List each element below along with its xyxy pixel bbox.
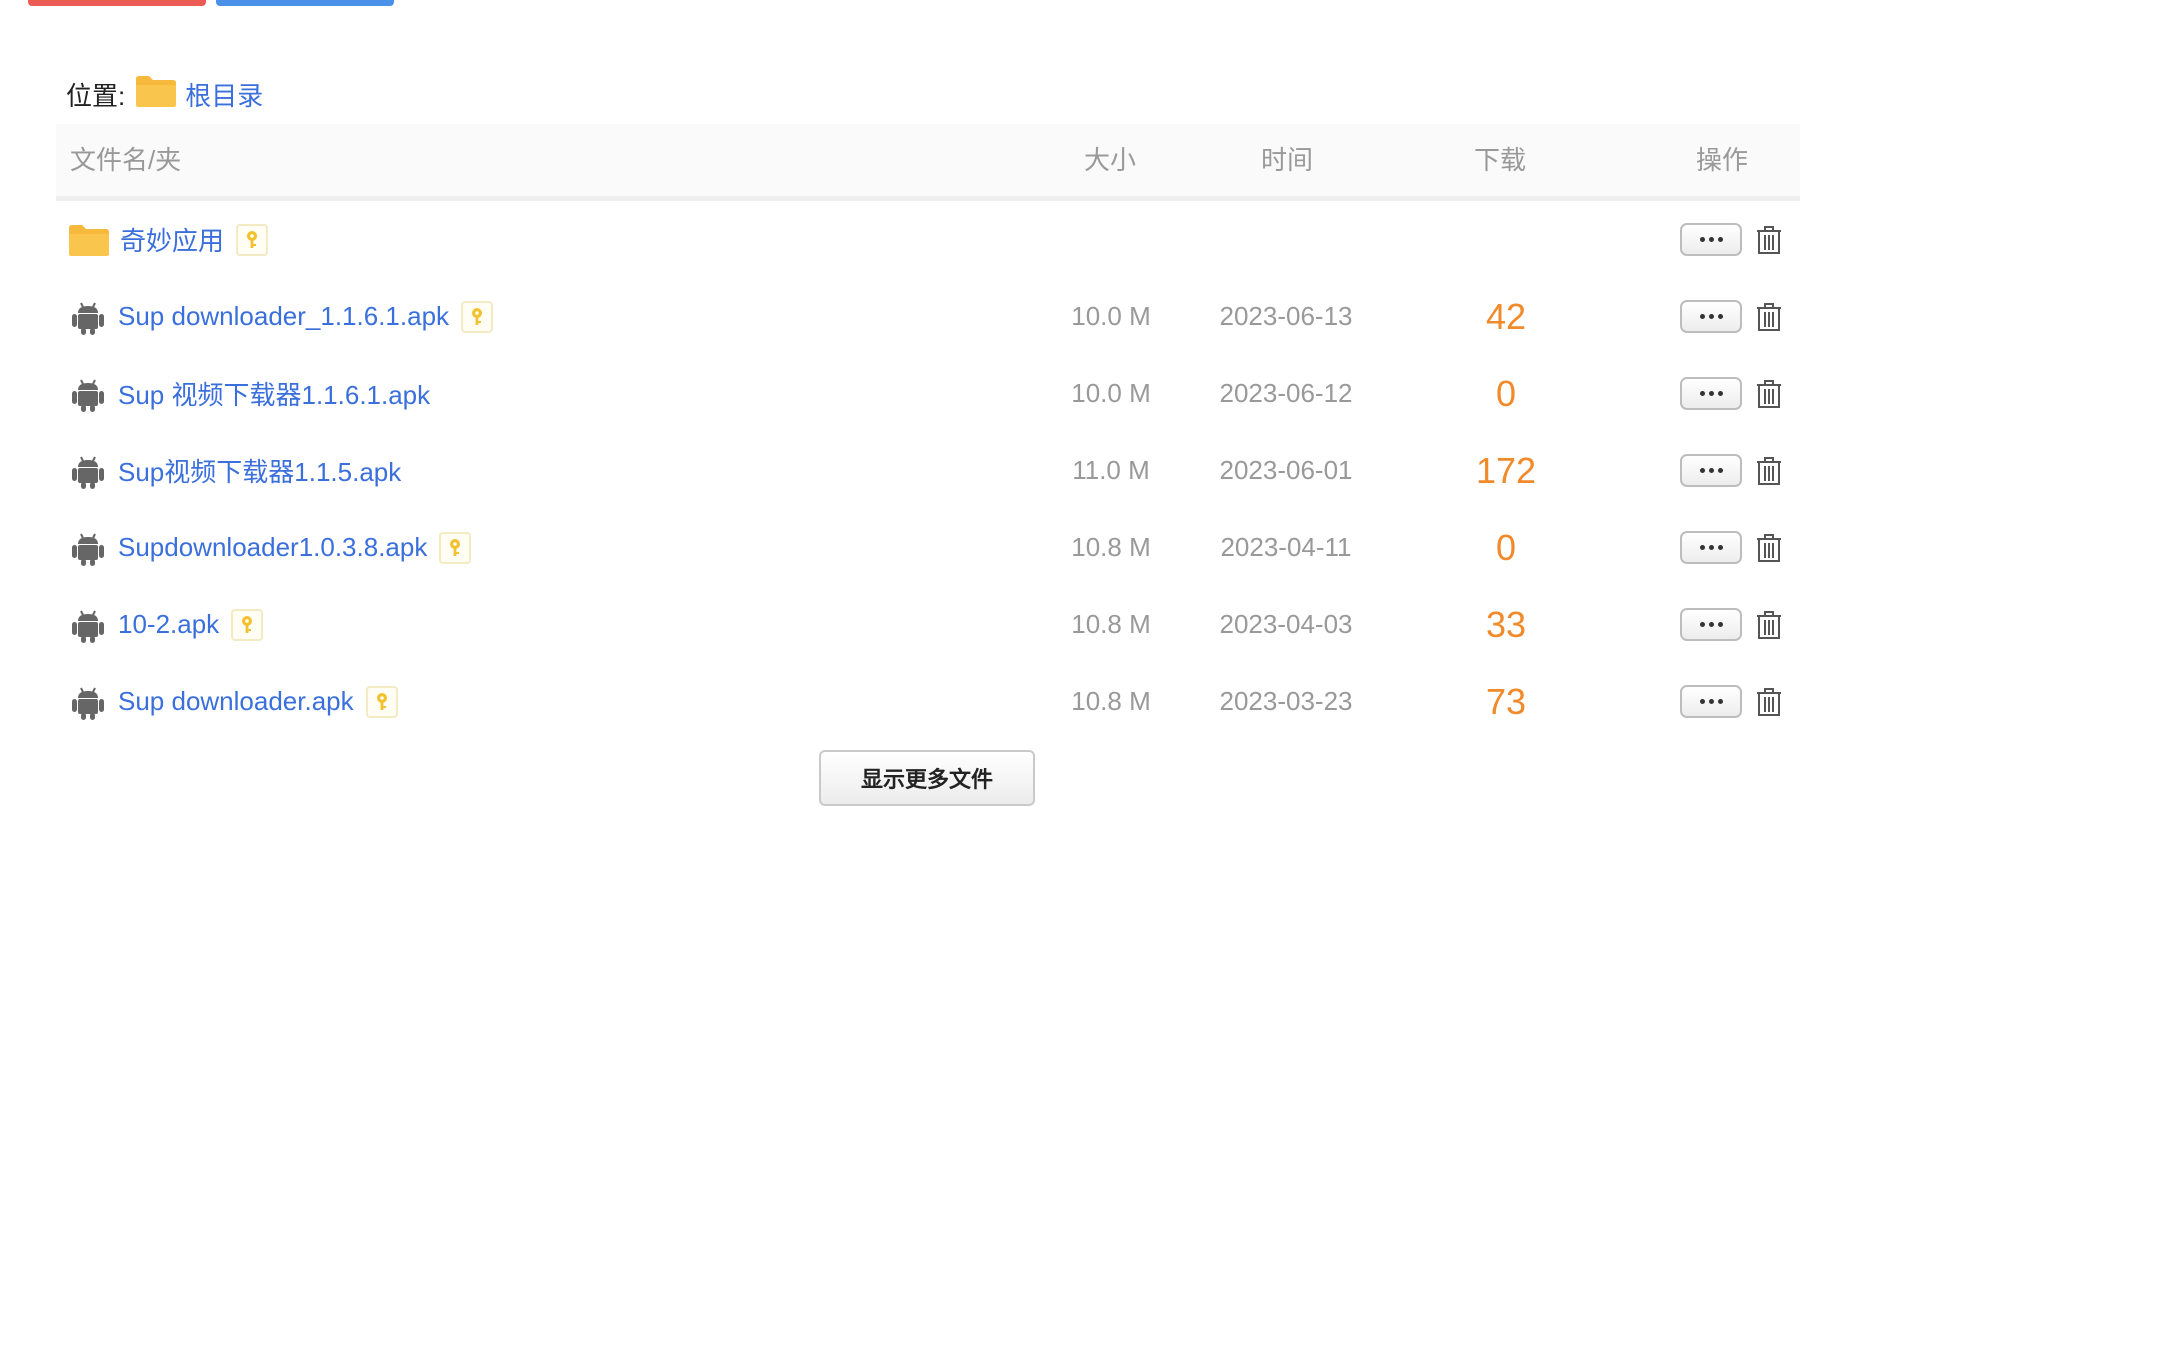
key-icon[interactable]: [439, 531, 472, 564]
breadcrumb: 位置: 根目录: [66, 72, 263, 116]
folder-icon: [68, 223, 110, 257]
header-downloads: 下载: [1474, 145, 1527, 175]
file-size: 10.8 M: [1071, 609, 1151, 639]
more-options-button[interactable]: [1680, 608, 1742, 641]
download-count: 73: [1485, 680, 1527, 722]
download-count: 33: [1485, 603, 1527, 645]
file-name-link[interactable]: Sup视频下载器1.1.5.apk: [118, 452, 401, 489]
file-size: 10.8 M: [1071, 532, 1151, 562]
android-icon: [68, 297, 108, 337]
folder-icon: [135, 74, 177, 115]
more-options-button[interactable]: [1680, 685, 1742, 718]
ops-cell: [1680, 432, 1784, 509]
file-name-cell: Sup downloader_1.1.6.1.apk: [68, 278, 494, 355]
top-red-button[interactable]: [28, 0, 206, 6]
more-options-button[interactable]: [1680, 223, 1742, 256]
android-icon: [68, 605, 108, 645]
table-row: 10-2.apk 10.8 M 2023-04-03 33: [56, 586, 1800, 663]
file-time: 2023-06-01: [1219, 455, 1353, 485]
table-row: Sup downloader.apk 10.8 M 2023-03-23 73: [56, 663, 1800, 740]
file-time: 2023-03-23: [1219, 686, 1353, 716]
ops-cell: [1680, 355, 1784, 432]
root-directory-link[interactable]: 根目录: [185, 76, 263, 113]
file-name-link[interactable]: Sup downloader.apk: [118, 686, 354, 717]
file-size: [1056, 201, 1166, 278]
android-icon: [68, 451, 108, 491]
trash-icon[interactable]: [1754, 610, 1784, 640]
file-time: [1206, 201, 1366, 278]
header-ops: 操作: [1696, 145, 1749, 175]
file-name-cell: Sup 视频下载器1.1.6.1.apk: [68, 355, 430, 432]
file-name-cell: 奇妙应用: [68, 201, 269, 278]
android-icon: [68, 682, 108, 722]
file-size: 11.0 M: [1072, 455, 1150, 485]
file-size: 10.8 M: [1071, 686, 1151, 716]
key-icon[interactable]: [231, 608, 264, 641]
header-size: 大小: [1084, 145, 1137, 175]
header-name: 文件名/夹: [70, 145, 182, 175]
ops-cell: [1680, 278, 1784, 355]
file-name-cell: 10-2.apk: [68, 586, 264, 663]
trash-icon[interactable]: [1754, 225, 1784, 255]
download-count: 172: [1475, 449, 1537, 491]
android-icon: [68, 528, 108, 568]
more-options-button[interactable]: [1680, 531, 1742, 564]
trash-icon[interactable]: [1754, 302, 1784, 332]
file-time: 2023-06-12: [1219, 378, 1353, 408]
file-name-cell: Sup downloader.apk: [68, 663, 398, 740]
key-icon[interactable]: [236, 223, 269, 256]
more-options-button[interactable]: [1680, 454, 1742, 487]
header-time: 时间: [1261, 145, 1314, 175]
table-row: Sup downloader_1.1.6.1.apk 10.0 M 2023-06-…: [56, 278, 1800, 355]
file-time: 2023-06-13: [1219, 301, 1353, 331]
file-table: 文件名/夹 大小 时间 下载 操作 奇妙应用 Sup downloader_1.1…: [56, 124, 1800, 740]
file-time: 2023-04-11: [1220, 532, 1352, 562]
download-count: [1446, 201, 1566, 278]
table-row: Sup视频下载器1.1.5.apk 11.0 M 2023-06-01 172: [56, 432, 1800, 509]
table-row: Sup 视频下载器1.1.6.1.apk 10.0 M 2023-06-12 0: [56, 355, 1800, 432]
file-name-cell: Sup视频下载器1.1.5.apk: [68, 432, 401, 509]
key-icon[interactable]: [461, 300, 494, 333]
trash-icon[interactable]: [1754, 533, 1784, 563]
location-label: 位置:: [66, 80, 126, 111]
table-row: 奇妙应用: [56, 201, 1800, 278]
table-header: 文件名/夹 大小 时间 下载 操作: [56, 124, 1800, 201]
file-time: 2023-04-03: [1219, 609, 1353, 639]
file-name-link[interactable]: 奇妙应用: [120, 221, 224, 258]
ops-cell: [1680, 201, 1784, 278]
ops-cell: [1680, 663, 1784, 740]
trash-icon[interactable]: [1754, 456, 1784, 486]
ops-cell: [1680, 586, 1784, 663]
android-icon: [68, 374, 108, 414]
file-name-link[interactable]: Sup 视频下载器1.1.6.1.apk: [118, 375, 430, 412]
ops-cell: [1680, 509, 1784, 586]
more-options-button[interactable]: [1680, 377, 1742, 410]
file-size: 10.0 M: [1071, 378, 1151, 408]
key-icon[interactable]: [365, 685, 398, 718]
more-options-button[interactable]: [1680, 300, 1742, 333]
trash-icon[interactable]: [1754, 379, 1784, 409]
download-count: 0: [1495, 526, 1517, 568]
table-row: Supdownloader1.0.3.8.apk 10.8 M 2023-04-11…: [56, 509, 1800, 586]
file-name-cell: Supdownloader1.0.3.8.apk: [68, 509, 472, 586]
top-blue-button[interactable]: [216, 0, 394, 6]
download-count: 42: [1485, 295, 1527, 337]
file-name-link[interactable]: Supdownloader1.0.3.8.apk: [118, 532, 427, 563]
trash-icon[interactable]: [1754, 687, 1784, 717]
file-name-link[interactable]: Sup downloader_1.1.6.1.apk: [118, 301, 449, 332]
file-size: 10.0 M: [1071, 301, 1151, 331]
file-name-link[interactable]: 10-2.apk: [118, 609, 219, 640]
download-count: 0: [1495, 372, 1517, 414]
show-more-files-button[interactable]: 显示更多文件: [819, 750, 1035, 806]
